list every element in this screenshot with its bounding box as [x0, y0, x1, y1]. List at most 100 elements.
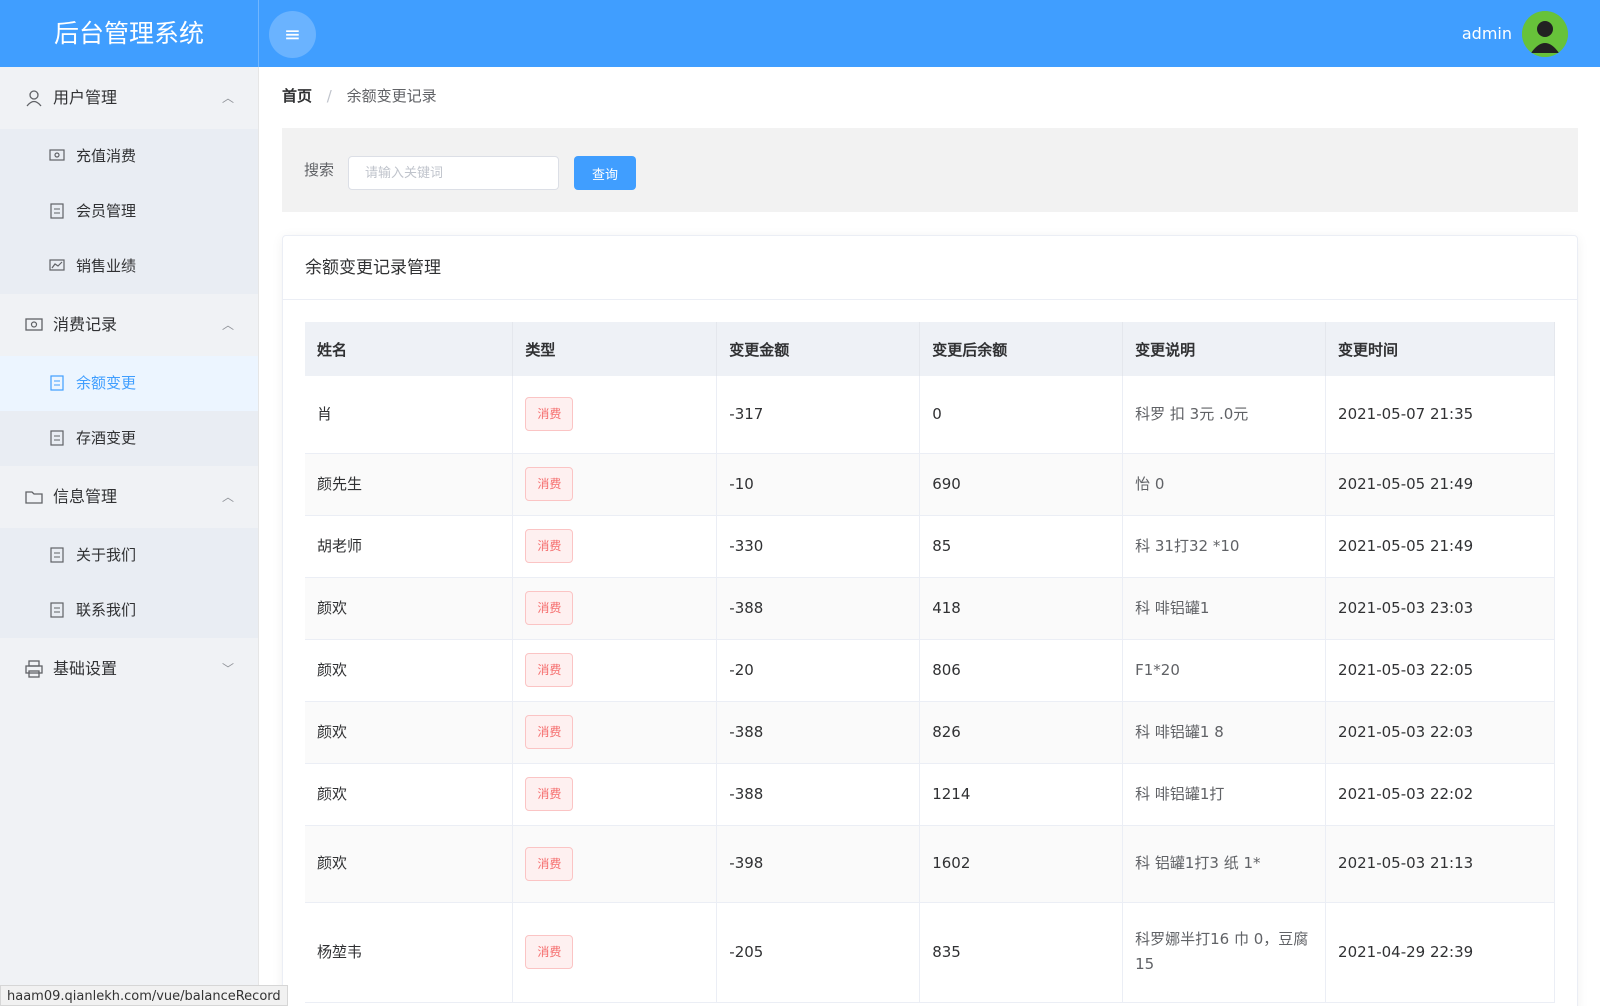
search-button[interactable]: 查询: [574, 156, 636, 190]
cell-time-text: 2021-05-05 21:49: [1338, 536, 1474, 555]
cell-name: 颜欢: [305, 577, 514, 640]
sidebar-group-info[interactable]: 信息管理 ︿: [0, 466, 258, 528]
sidebar: 用户管理 ︿ 充值消费 会员管理 销售业绩 消费记录 ︿ 余额变更 存酒变更 信…: [0, 67, 259, 1006]
cell-description: 科 31打32 *10: [1122, 515, 1327, 578]
cell-amount: -20: [716, 639, 921, 702]
sidebar-item-label: 充值消费: [76, 147, 137, 165]
search-bar: 搜索 查询: [282, 128, 1578, 212]
cell-name-text: 颜欢: [317, 660, 348, 679]
top-header: 后台管理系统 ≡ admin: [0, 0, 1600, 67]
cell-time: 2021-04-29 22:39: [1325, 902, 1555, 1003]
sidebar-item-balance-change[interactable]: 余额变更: [0, 356, 258, 411]
chevron-up-icon: ︿: [221, 318, 234, 332]
cell-amount-text: -388: [729, 598, 764, 617]
sidebar-group-user-management[interactable]: 用户管理 ︿: [0, 67, 258, 129]
sidebar-item-wine-storage[interactable]: 存酒变更: [0, 411, 258, 466]
cell-type: 消费: [512, 825, 718, 903]
table-row: 杨堃韦 消费 -205 835 科罗娜半打16 巾 0，豆腐 15 2021-04-29 …: [305, 902, 1555, 1003]
cell-amount: -398: [716, 825, 921, 903]
document-icon: [50, 430, 64, 446]
cell-type: 消费: [512, 453, 718, 516]
card-title: 余额变更记录管理: [283, 236, 1577, 300]
cell-amount-text: -388: [729, 722, 764, 741]
cell-description-text: 科 啡铝罐1打: [1135, 784, 1225, 803]
column-header: 类型: [512, 322, 718, 376]
cell-balance: 806: [919, 639, 1124, 702]
cell-name-text: 颜先生: [317, 474, 363, 493]
cell-description: 科 啡铝罐1打: [1122, 763, 1327, 826]
chevron-up-icon: ︿: [221, 91, 234, 105]
table-row: 颜先生 消费 -10 690 怡 0 2021-05-05 21:49: [305, 453, 1555, 516]
cell-name: 胡老师: [305, 515, 514, 578]
sidebar-item-contact[interactable]: 联系我们: [0, 583, 258, 638]
cell-description: 怡 0: [1122, 453, 1327, 516]
cell-name-text: 颜欢: [317, 722, 348, 741]
type-tag: 消费: [525, 397, 574, 432]
cell-description-text: 怡 0: [1135, 474, 1165, 493]
chevron-up-icon: ︿: [221, 490, 234, 504]
avatar[interactable]: [1522, 11, 1568, 57]
cell-amount-text: -10: [729, 474, 754, 493]
sidebar-group-consumption[interactable]: 消费记录 ︿: [0, 294, 258, 356]
cell-time: 2021-05-03 22:02: [1325, 763, 1555, 826]
cell-description: F1*20: [1122, 639, 1327, 702]
sidebar-item-label: 存酒变更: [76, 429, 137, 447]
cell-time-text: 2021-05-05 21:49: [1338, 474, 1474, 493]
type-tag: 消费: [525, 467, 574, 501]
sidebar-item-label: 联系我们: [76, 601, 137, 619]
cell-time: 2021-05-03 21:13: [1325, 825, 1555, 903]
menu-toggle-button[interactable]: ≡: [269, 11, 316, 58]
cell-description: 科 啡铝罐1: [1122, 577, 1327, 640]
breadcrumb-home[interactable]: 首页: [282, 87, 312, 105]
cell-balance: 1602: [919, 825, 1124, 903]
cell-balance-text: 1602: [932, 854, 971, 872]
sidebar-item-about[interactable]: 关于我们: [0, 528, 258, 583]
cell-name: 杨堃韦: [305, 902, 514, 1003]
cell-description-text: 科 啡铝罐1 8: [1135, 722, 1224, 741]
cell-description: 科罗 扣 3元 .0元: [1122, 376, 1327, 454]
table-row: 肖 消费 -317 0 科罗 扣 3元 .0元 2021-05-07 21:35: [305, 376, 1555, 454]
type-tag: 消费: [525, 529, 574, 563]
cell-balance-text: 806: [932, 660, 961, 679]
cell-balance-text: 1214: [932, 784, 971, 803]
sidebar-item-members[interactable]: 会员管理: [0, 184, 258, 239]
sidebar-item-label: 销售业绩: [76, 257, 137, 275]
cell-amount-text: -388: [729, 784, 764, 803]
cell-type: 消费: [512, 376, 718, 454]
cell-type: 消费: [512, 515, 718, 578]
table-row: 颜欢 消费 -398 1602 科 铝罐1打3 纸 1* 2021-05-03 21:13: [305, 825, 1555, 903]
cell-name: 颜先生: [305, 453, 514, 516]
cell-balance-text: 418: [932, 598, 961, 617]
cell-type: 消费: [512, 577, 718, 640]
table-row: 颜欢 消费 -20 806 F1*20 2021-05-03 22:05: [305, 639, 1555, 702]
table-row: 颜欢 消费 -388 1214 科 啡铝罐1打 2021-05-03 22:02: [305, 763, 1555, 826]
cell-amount: -388: [716, 701, 921, 764]
user-name[interactable]: admin: [1462, 0, 1512, 67]
records-table: 姓名 类型 变更金额 变更后余额 变更说明 变更时间 肖消费 -317 0 科罗 扣 …: [305, 322, 1555, 1003]
submenu-info: 关于我们 联系我们: [0, 528, 258, 638]
type-tag: 消费: [525, 846, 574, 881]
cell-description-text: 科 31打32 *10: [1135, 536, 1240, 555]
cell-description-text: 科罗 扣 3元 .0元: [1135, 404, 1249, 423]
cell-description-text: 科罗娜半打16 巾 0，豆腐 15: [1135, 930, 1309, 973]
cell-type: 消费: [512, 763, 718, 826]
cell-amount-text: -20: [729, 660, 754, 679]
type-tag: 消费: [525, 715, 574, 749]
cell-balance: 835: [919, 902, 1124, 1003]
sidebar-item-label: 余额变更: [76, 374, 137, 392]
cell-name: 颜欢: [305, 701, 514, 764]
cell-balance-text: 826: [932, 722, 961, 741]
cell-time-text: 2021-05-07 21:35: [1338, 404, 1474, 423]
column-header: 变更时间: [1325, 322, 1555, 376]
cell-time: 2021-05-03 23:03: [1325, 577, 1555, 640]
sidebar-group-settings[interactable]: 基础设置 ﹀: [0, 638, 258, 700]
cell-amount: -388: [716, 763, 921, 826]
cell-time-text: 2021-05-03 23:03: [1338, 598, 1474, 617]
search-input[interactable]: [348, 156, 559, 190]
sidebar-item-sales[interactable]: 销售业绩: [0, 239, 258, 294]
cell-amount-text: -330: [729, 536, 764, 555]
cell-name: 颜欢: [305, 763, 514, 826]
sidebar-item-recharge[interactable]: 充值消费: [0, 129, 258, 184]
cell-time-text: 2021-04-29 22:39: [1338, 942, 1474, 961]
type-tag: 消费: [525, 653, 574, 687]
